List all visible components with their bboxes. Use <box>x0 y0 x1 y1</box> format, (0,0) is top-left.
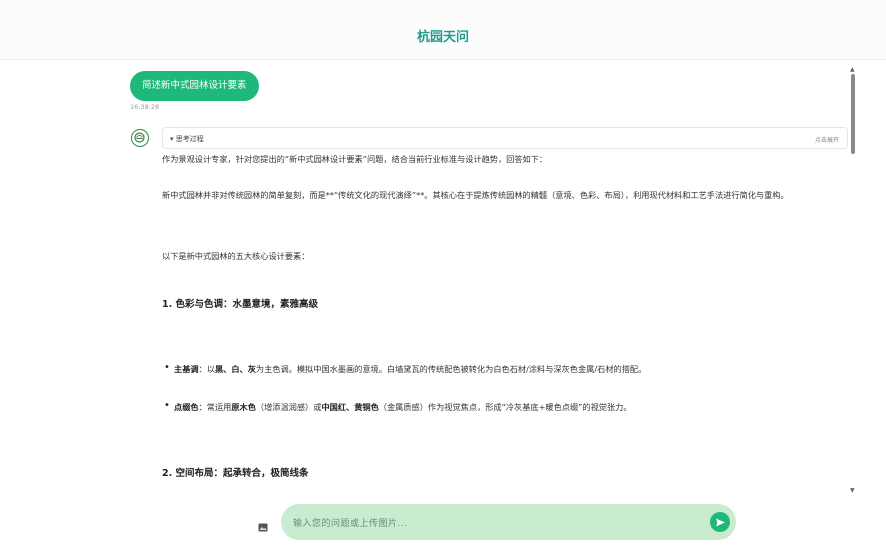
message-input-bar[interactable]: 输入您的问题或上传图片... <box>281 504 736 540</box>
answer-paragraph: 新中式园林并非对传统园林的简单复刻，而是**“传统文化的现代演绎”**。其核心在… <box>162 190 789 200</box>
user-message-bubble: 简述新中式园林设计要素 <box>130 71 259 101</box>
garden-logo-icon <box>134 132 145 143</box>
scroll-thumb[interactable] <box>851 74 855 154</box>
section-heading: 1. 色彩与色调：水墨意境，素雅高级 <box>162 299 319 310</box>
message-input[interactable]: 输入您的问题或上传图片... <box>293 516 408 529</box>
thinking-toggle[interactable]: ▾ 思考过程 <box>170 134 204 144</box>
message-timestamp: 16:38:28 <box>130 103 160 111</box>
image-upload-icon <box>258 523 268 531</box>
thinking-process-panel[interactable]: ▾ 思考过程 点击展开 <box>162 127 848 149</box>
list-item: 点缀色：常运用原木色（增添温润感）或中国红、黄铜色（金属质感）作为视觉焦点，形成… <box>162 400 632 413</box>
assistant-avatar <box>131 129 149 147</box>
expand-thinking-link[interactable]: 点击展开 <box>815 135 839 144</box>
section-heading: 2. 空间布局：起承转合，极简线条 <box>162 468 309 479</box>
caret-down-icon: ▾ <box>170 135 174 143</box>
answer-intro: 作为景观设计专家，针对您提出的“新中式园林设计要素”问题，结合当前行业标准与设计… <box>162 154 548 164</box>
send-icon <box>715 518 725 526</box>
scroll-down-arrow-icon[interactable]: ▼ <box>850 487 855 494</box>
send-button[interactable] <box>710 512 730 532</box>
list-item: 主基调：以黑、白、灰为主色调。模拟中国水墨画的意境。白墙黛瓦的传统配色被转化为白… <box>162 362 646 375</box>
chat-scrollbar[interactable]: ▲ ▼ <box>850 66 856 494</box>
scroll-up-arrow-icon[interactable]: ▲ <box>850 66 855 73</box>
answer-paragraph: 以下是新中式园林的五大核心设计要素： <box>162 251 310 261</box>
chat-area[interactable]: 简述新中式园林设计要素 16:38:28 ▾ 思考过程 点击展开 作为景观设计专… <box>0 61 850 493</box>
app-header: 杭园天问 <box>0 0 886 60</box>
app-title: 杭园天问 <box>416 30 469 45</box>
image-upload-button[interactable] <box>255 519 271 535</box>
thinking-label: 思考过程 <box>175 135 204 143</box>
